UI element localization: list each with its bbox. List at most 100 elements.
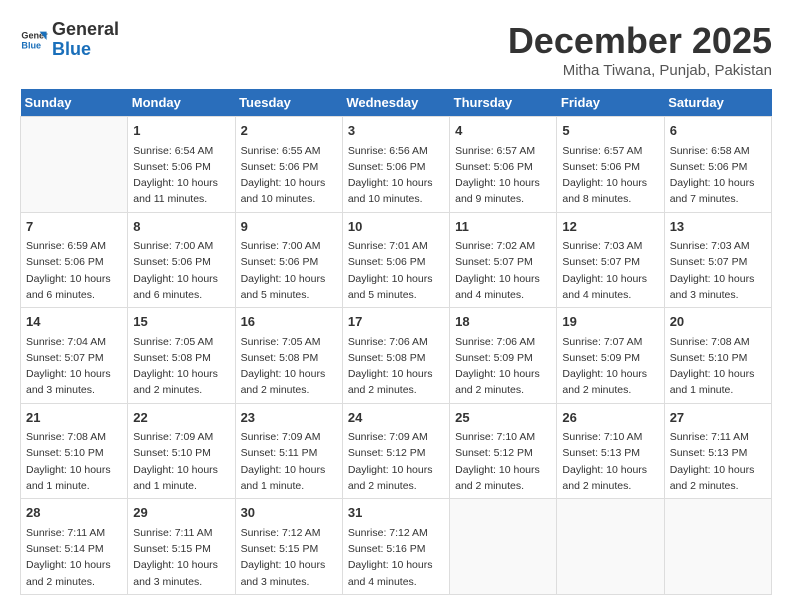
calendar-cell: 5Sunrise: 6:57 AM Sunset: 5:06 PM Daylig… (557, 117, 664, 213)
day-info: Sunrise: 6:57 AM Sunset: 5:06 PM Dayligh… (562, 143, 658, 208)
logo-text-line1: General (52, 20, 119, 40)
calendar-cell: 30Sunrise: 7:12 AM Sunset: 5:15 PM Dayli… (235, 499, 342, 595)
day-number: 1 (133, 121, 229, 141)
day-number: 8 (133, 217, 229, 237)
page-header: General Blue General Blue December 2025 … (20, 20, 772, 79)
calendar-cell: 3Sunrise: 6:56 AM Sunset: 5:06 PM Daylig… (342, 117, 449, 213)
calendar-week-4: 21Sunrise: 7:08 AM Sunset: 5:10 PM Dayli… (21, 403, 772, 499)
day-info: Sunrise: 7:08 AM Sunset: 5:10 PM Dayligh… (26, 429, 122, 494)
day-info: Sunrise: 6:55 AM Sunset: 5:06 PM Dayligh… (241, 143, 337, 208)
day-info: Sunrise: 7:11 AM Sunset: 5:14 PM Dayligh… (26, 525, 122, 590)
day-info: Sunrise: 6:56 AM Sunset: 5:06 PM Dayligh… (348, 143, 444, 208)
day-info: Sunrise: 7:12 AM Sunset: 5:15 PM Dayligh… (241, 525, 337, 590)
calendar-cell: 18Sunrise: 7:06 AM Sunset: 5:09 PM Dayli… (450, 308, 557, 404)
day-info: Sunrise: 7:03 AM Sunset: 5:07 PM Dayligh… (562, 238, 658, 303)
location: Mitha Tiwana, Punjab, Pakistan (508, 62, 772, 79)
weekday-header-row: SundayMondayTuesdayWednesdayThursdayFrid… (21, 89, 772, 117)
day-info: Sunrise: 6:54 AM Sunset: 5:06 PM Dayligh… (133, 143, 229, 208)
day-info: Sunrise: 7:09 AM Sunset: 5:10 PM Dayligh… (133, 429, 229, 494)
day-info: Sunrise: 7:11 AM Sunset: 5:15 PM Dayligh… (133, 525, 229, 590)
calendar-cell: 28Sunrise: 7:11 AM Sunset: 5:14 PM Dayli… (21, 499, 128, 595)
day-number: 22 (133, 408, 229, 428)
day-number: 24 (348, 408, 444, 428)
calendar-cell: 9Sunrise: 7:00 AM Sunset: 5:06 PM Daylig… (235, 212, 342, 308)
day-info: Sunrise: 7:10 AM Sunset: 5:13 PM Dayligh… (562, 429, 658, 494)
calendar-cell: 15Sunrise: 7:05 AM Sunset: 5:08 PM Dayli… (128, 308, 235, 404)
calendar-week-3: 14Sunrise: 7:04 AM Sunset: 5:07 PM Dayli… (21, 308, 772, 404)
calendar-cell: 6Sunrise: 6:58 AM Sunset: 5:06 PM Daylig… (664, 117, 771, 213)
calendar-cell: 26Sunrise: 7:10 AM Sunset: 5:13 PM Dayli… (557, 403, 664, 499)
calendar-cell: 25Sunrise: 7:10 AM Sunset: 5:12 PM Dayli… (450, 403, 557, 499)
calendar-cell: 1Sunrise: 6:54 AM Sunset: 5:06 PM Daylig… (128, 117, 235, 213)
weekday-header-saturday: Saturday (664, 89, 771, 117)
day-info: Sunrise: 6:59 AM Sunset: 5:06 PM Dayligh… (26, 238, 122, 303)
weekday-header-sunday: Sunday (21, 89, 128, 117)
day-info: Sunrise: 7:03 AM Sunset: 5:07 PM Dayligh… (670, 238, 766, 303)
day-info: Sunrise: 7:09 AM Sunset: 5:11 PM Dayligh… (241, 429, 337, 494)
day-info: Sunrise: 7:05 AM Sunset: 5:08 PM Dayligh… (133, 334, 229, 399)
calendar-cell: 14Sunrise: 7:04 AM Sunset: 5:07 PM Dayli… (21, 308, 128, 404)
day-number: 28 (26, 503, 122, 523)
day-number: 13 (670, 217, 766, 237)
calendar-cell: 22Sunrise: 7:09 AM Sunset: 5:10 PM Dayli… (128, 403, 235, 499)
day-info: Sunrise: 7:02 AM Sunset: 5:07 PM Dayligh… (455, 238, 551, 303)
calendar-cell: 27Sunrise: 7:11 AM Sunset: 5:13 PM Dayli… (664, 403, 771, 499)
calendar-cell: 21Sunrise: 7:08 AM Sunset: 5:10 PM Dayli… (21, 403, 128, 499)
calendar-cell (21, 117, 128, 213)
day-number: 31 (348, 503, 444, 523)
day-number: 27 (670, 408, 766, 428)
day-info: Sunrise: 7:01 AM Sunset: 5:06 PM Dayligh… (348, 238, 444, 303)
day-number: 17 (348, 312, 444, 332)
weekday-header-tuesday: Tuesday (235, 89, 342, 117)
day-info: Sunrise: 7:12 AM Sunset: 5:16 PM Dayligh… (348, 525, 444, 590)
svg-text:Blue: Blue (21, 40, 41, 50)
calendar-cell: 12Sunrise: 7:03 AM Sunset: 5:07 PM Dayli… (557, 212, 664, 308)
day-info: Sunrise: 6:57 AM Sunset: 5:06 PM Dayligh… (455, 143, 551, 208)
calendar-cell: 7Sunrise: 6:59 AM Sunset: 5:06 PM Daylig… (21, 212, 128, 308)
day-info: Sunrise: 7:05 AM Sunset: 5:08 PM Dayligh… (241, 334, 337, 399)
calendar-week-5: 28Sunrise: 7:11 AM Sunset: 5:14 PM Dayli… (21, 499, 772, 595)
month-title: December 2025 (508, 20, 772, 62)
calendar-cell: 29Sunrise: 7:11 AM Sunset: 5:15 PM Dayli… (128, 499, 235, 595)
calendar-table: SundayMondayTuesdayWednesdayThursdayFrid… (20, 89, 772, 595)
day-info: Sunrise: 7:04 AM Sunset: 5:07 PM Dayligh… (26, 334, 122, 399)
calendar-cell: 17Sunrise: 7:06 AM Sunset: 5:08 PM Dayli… (342, 308, 449, 404)
day-info: Sunrise: 7:08 AM Sunset: 5:10 PM Dayligh… (670, 334, 766, 399)
logo-icon: General Blue (20, 26, 48, 54)
calendar-week-2: 7Sunrise: 6:59 AM Sunset: 5:06 PM Daylig… (21, 212, 772, 308)
day-number: 20 (670, 312, 766, 332)
day-number: 3 (348, 121, 444, 141)
day-info: Sunrise: 7:11 AM Sunset: 5:13 PM Dayligh… (670, 429, 766, 494)
calendar-cell: 10Sunrise: 7:01 AM Sunset: 5:06 PM Dayli… (342, 212, 449, 308)
calendar-cell: 11Sunrise: 7:02 AM Sunset: 5:07 PM Dayli… (450, 212, 557, 308)
day-number: 25 (455, 408, 551, 428)
calendar-cell: 4Sunrise: 6:57 AM Sunset: 5:06 PM Daylig… (450, 117, 557, 213)
calendar-cell: 19Sunrise: 7:07 AM Sunset: 5:09 PM Dayli… (557, 308, 664, 404)
weekday-header-friday: Friday (557, 89, 664, 117)
day-info: Sunrise: 7:07 AM Sunset: 5:09 PM Dayligh… (562, 334, 658, 399)
day-number: 9 (241, 217, 337, 237)
calendar-cell: 20Sunrise: 7:08 AM Sunset: 5:10 PM Dayli… (664, 308, 771, 404)
day-number: 26 (562, 408, 658, 428)
calendar-week-1: 1Sunrise: 6:54 AM Sunset: 5:06 PM Daylig… (21, 117, 772, 213)
day-number: 29 (133, 503, 229, 523)
weekday-header-monday: Monday (128, 89, 235, 117)
calendar-cell (664, 499, 771, 595)
day-number: 21 (26, 408, 122, 428)
day-number: 10 (348, 217, 444, 237)
day-info: Sunrise: 7:00 AM Sunset: 5:06 PM Dayligh… (241, 238, 337, 303)
calendar-cell (450, 499, 557, 595)
day-number: 5 (562, 121, 658, 141)
calendar-cell: 13Sunrise: 7:03 AM Sunset: 5:07 PM Dayli… (664, 212, 771, 308)
day-number: 6 (670, 121, 766, 141)
day-number: 14 (26, 312, 122, 332)
day-number: 7 (26, 217, 122, 237)
weekday-header-thursday: Thursday (450, 89, 557, 117)
logo: General Blue General Blue (20, 20, 119, 60)
weekday-header-wednesday: Wednesday (342, 89, 449, 117)
day-info: Sunrise: 7:00 AM Sunset: 5:06 PM Dayligh… (133, 238, 229, 303)
calendar-cell (557, 499, 664, 595)
calendar-cell: 16Sunrise: 7:05 AM Sunset: 5:08 PM Dayli… (235, 308, 342, 404)
day-info: Sunrise: 7:06 AM Sunset: 5:08 PM Dayligh… (348, 334, 444, 399)
day-number: 19 (562, 312, 658, 332)
